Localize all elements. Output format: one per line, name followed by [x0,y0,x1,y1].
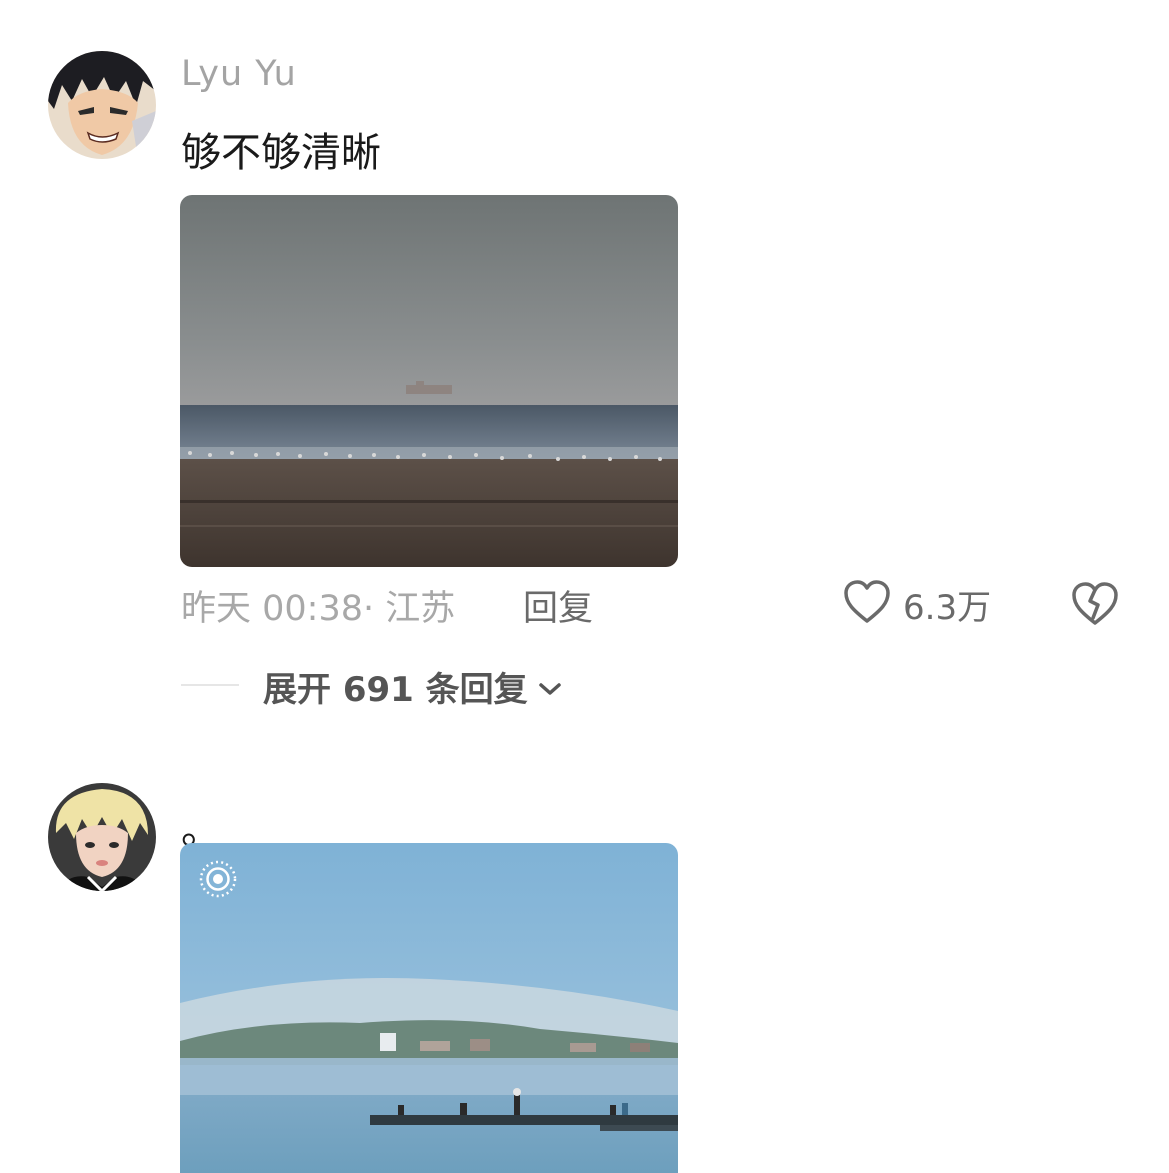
username[interactable]: Lyu Yu [181,54,297,94]
comment-text: 够不够清晰 [181,130,381,176]
comment-timestamp: 昨天 00:38· 江苏 [181,589,456,629]
reply-button[interactable]: 回复 [523,580,593,631]
dislike-button[interactable] [1071,580,1119,628]
avatar[interactable] [48,51,156,159]
comment-image-beach[interactable] [180,195,678,567]
expand-divider [181,684,239,686]
expand-replies-label: 展开 691 条回复 [263,669,528,710]
like-button[interactable]: 6.3万 [843,578,991,630]
expand-replies-button[interactable]: 展开 691 条回复 [263,664,562,710]
live-photo-icon [198,859,238,899]
like-count: 6.3万 [903,587,992,628]
comment-image-fog-island[interactable] [180,843,678,1173]
broken-heart-icon [1071,582,1119,632]
chevron-down-icon [538,666,562,706]
avatar[interactable] [48,783,156,891]
heart-outline-icon [843,579,891,629]
